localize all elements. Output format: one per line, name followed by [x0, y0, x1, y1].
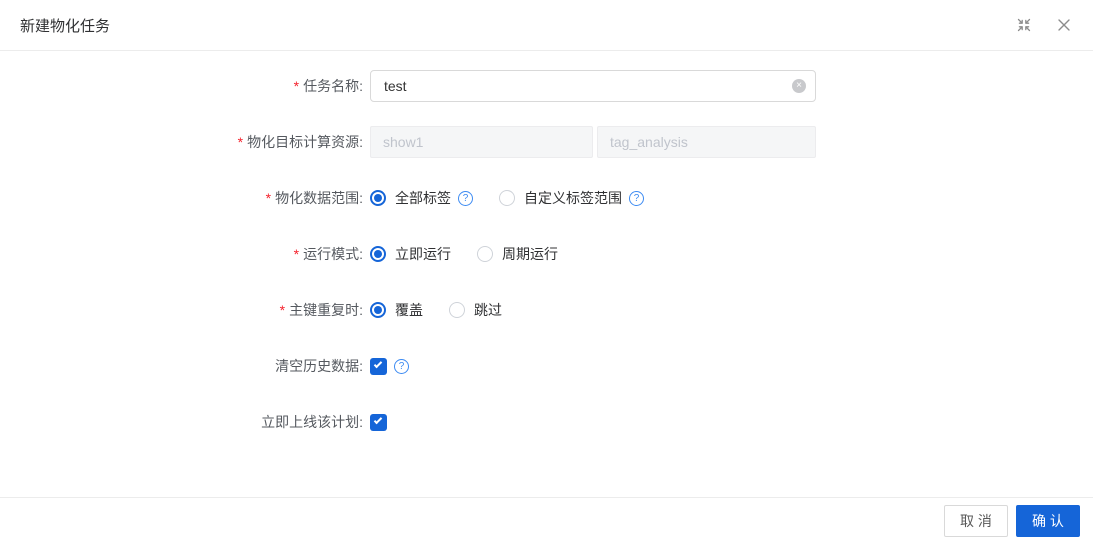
check-icon — [373, 415, 382, 425]
dialog-footer: 取 消 确 认 — [0, 497, 1093, 544]
task-form: *任务名称: × *物化目标计算资源: *物化数据范围: 全部标签 — [0, 51, 1093, 438]
radio-unselected-icon — [499, 190, 515, 206]
close-icon[interactable] — [1055, 16, 1073, 34]
row-data-scope: * 物化数据范围: 全部标签 ? 自定义标签范围 ? — [0, 182, 1093, 214]
required-mark: * — [265, 190, 272, 206]
radio-selected-icon — [370, 246, 386, 262]
task-name-label: * 任务名称: — [293, 78, 363, 94]
task-name-input[interactable] — [370, 70, 816, 102]
required-mark: * — [293, 246, 300, 262]
required-mark: * — [279, 302, 286, 318]
dialog-title: 新建物化任务 — [20, 17, 111, 35]
resource-cluster-input — [370, 126, 593, 158]
radio-run-now[interactable]: 立即运行 — [370, 244, 451, 264]
pk-duplicate-label: * 主键重复时: — [279, 302, 363, 318]
clear-history-label: 清空历史数据: — [275, 358, 363, 374]
radio-unselected-icon — [477, 246, 493, 262]
radio-selected-icon — [370, 302, 386, 318]
resource-database-input — [597, 126, 816, 158]
radio-skip[interactable]: 跳过 — [449, 300, 502, 320]
fullscreen-icon[interactable] — [1015, 16, 1033, 34]
header-icons — [1015, 16, 1073, 34]
confirm-button[interactable]: 确 认 — [1016, 505, 1080, 537]
row-clear-history: 清空历史数据: ? — [0, 350, 1093, 382]
run-mode-label: * 运行模式: — [293, 246, 363, 262]
radio-selected-icon — [370, 190, 386, 206]
help-icon-clear-history[interactable]: ? — [394, 358, 409, 374]
compute-resource-label: * 物化目标计算资源: — [237, 134, 363, 150]
check-icon — [373, 359, 382, 369]
row-run-mode: * 运行模式: 立即运行 周期运行 — [0, 238, 1093, 270]
row-pk-duplicate: * 主键重复时: 覆盖 跳过 — [0, 294, 1093, 326]
data-scope-label: * 物化数据范围: — [265, 190, 363, 206]
row-online-plan: 立即上线该计划: — [0, 406, 1093, 438]
required-mark: * — [293, 78, 300, 94]
dialog-header: 新建物化任务 — [0, 0, 1093, 51]
row-compute-resource: * 物化目标计算资源: — [0, 126, 1093, 158]
clear-history-checkbox[interactable] — [370, 357, 387, 375]
online-plan-label: 立即上线该计划: — [261, 414, 363, 430]
cancel-button[interactable]: 取 消 — [944, 505, 1008, 537]
required-mark: * — [237, 134, 244, 150]
new-materialization-task-dialog: 新建物化任务 * 任务名称: test × * 物化目标计算资源: show1 … — [0, 0, 1093, 544]
radio-run-periodic[interactable]: 周期运行 — [477, 244, 558, 264]
radio-all-tags[interactable]: 全部标签 — [370, 188, 451, 208]
help-icon-custom-scope[interactable]: ? — [629, 190, 644, 206]
radio-overwrite[interactable]: 覆盖 — [370, 300, 423, 320]
radio-unselected-icon — [449, 302, 465, 318]
row-task-name: *任务名称: × — [0, 70, 1093, 102]
clear-input-icon[interactable]: × — [792, 79, 806, 93]
radio-custom-tag-scope[interactable]: 自定义标签范围 — [499, 188, 622, 208]
online-plan-checkbox[interactable] — [370, 413, 387, 431]
help-icon-all-tags[interactable]: ? — [458, 190, 473, 206]
